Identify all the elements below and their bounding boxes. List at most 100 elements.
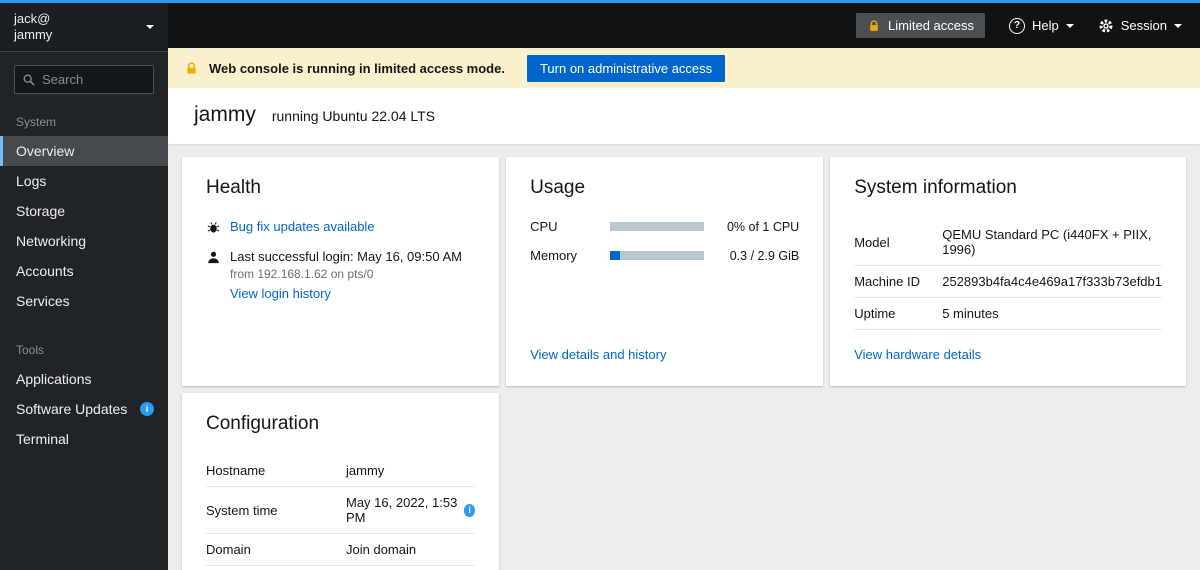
memory-progress-fill (610, 251, 619, 260)
sidebar: jack@ jammy System Overview Logs Storage… (0, 3, 168, 570)
chevron-down-icon (1066, 24, 1074, 28)
help-menu[interactable]: ? Help (1009, 18, 1074, 34)
hostname-row: Hostname jammy (206, 455, 475, 487)
turn-on-admin-access-button[interactable]: Turn on administrative access (527, 55, 725, 82)
nav-item-label: Software Updates (16, 401, 127, 417)
nav-item-label: Logs (16, 173, 46, 189)
last-login-text: Last successful login: May 16, 09:50 AM (230, 249, 462, 264)
user-identity: jack@ jammy (14, 11, 52, 43)
page-title: jammy (194, 103, 256, 127)
os-subtitle: running Ubuntu 22.04 LTS (272, 108, 435, 124)
sidebar-item-applications[interactable]: Applications (0, 364, 168, 394)
user-icon (206, 250, 221, 265)
nav-item-label: Services (16, 293, 70, 309)
banner-message: Web console is running in limited access… (209, 61, 505, 76)
sidebar-item-networking[interactable]: Networking (0, 226, 168, 256)
info-badge-icon: i (140, 402, 154, 416)
configuration-card: Configuration Hostname jammy System time… (182, 393, 499, 570)
usage-footer: View details and history (530, 330, 799, 364)
cpu-progress-bar (610, 222, 704, 231)
nav-section-system: System (0, 104, 168, 136)
nav-item-label: Overview (16, 143, 74, 159)
help-label: Help (1032, 18, 1059, 33)
domain-row: Domain Join domain (206, 534, 475, 566)
session-menu[interactable]: Session (1098, 18, 1182, 34)
view-details-history-link[interactable]: View details and history (530, 347, 666, 362)
health-card: Health Bug fix updates available Last su… (182, 157, 499, 386)
nav-section-tools: Tools (0, 332, 168, 364)
hostname-value: jammy (346, 463, 475, 478)
row-label: Hostname (206, 463, 346, 478)
row-label: Uptime (854, 306, 942, 321)
system-time-value-wrap: May 16, 2022, 1:53 PM i (346, 495, 475, 525)
row-value: QEMU Standard PC (i440FX + PIIX, 1996) (942, 227, 1162, 257)
sidebar-item-storage[interactable]: Storage (0, 196, 168, 226)
nav-item-label: Storage (16, 203, 65, 219)
row-label: System time (206, 503, 346, 518)
performance-profile-row: Performance profile none (206, 566, 475, 570)
bug-fix-updates-link[interactable]: Bug fix updates available (230, 219, 375, 234)
row-label: Memory (530, 248, 610, 263)
chevron-down-icon (146, 25, 154, 29)
health-card-title: Health (206, 177, 475, 199)
limited-access-banner: Web console is running in limited access… (168, 48, 1200, 88)
user-name: jack@ (14, 11, 52, 27)
host-name: jammy (14, 27, 52, 43)
system-time-row: System time May 16, 2022, 1:53 PM i (206, 487, 475, 534)
row-label: CPU (530, 219, 610, 234)
updates-row: Bug fix updates available (206, 219, 475, 235)
row-label: Domain (206, 542, 346, 557)
nav-item-label: Terminal (16, 431, 69, 447)
limited-access-button[interactable]: Limited access (856, 13, 985, 38)
lock-icon (184, 61, 199, 76)
masthead: Limited access ? Help Session (168, 3, 1200, 48)
nav-item-label: Networking (16, 233, 86, 249)
system-information-card: System information Model QEMU Standard P… (830, 157, 1186, 386)
uptime-row: Uptime 5 minutes (854, 298, 1162, 330)
top-accent-bar (0, 0, 1200, 3)
limited-access-label: Limited access (888, 18, 974, 33)
system-information-footer: View hardware details (854, 330, 1162, 364)
row-value: 252893b4fa4c4e469a17f333b73efdb1 (942, 274, 1162, 289)
row-value: 5 minutes (942, 306, 1162, 321)
machine-id-row: Machine ID 252893b4fa4c4e469a17f333b73ef… (854, 266, 1162, 298)
sidebar-item-logs[interactable]: Logs (0, 166, 168, 196)
sidebar-nav: System Overview Logs Storage Networking … (0, 104, 168, 454)
last-login-block: Last successful login: May 16, 09:50 AM … (230, 249, 462, 301)
nav-item-label: Applications (16, 371, 92, 387)
view-login-history-link[interactable]: View login history (230, 286, 331, 301)
sidebar-search (0, 52, 168, 104)
row-label: Machine ID (854, 274, 942, 289)
row-label: Model (854, 235, 942, 250)
main-content: jammy running Ubuntu 22.04 LTS Health Bu… (168, 88, 1200, 570)
system-time-value[interactable]: May 16, 2022, 1:53 PM (346, 495, 458, 525)
system-information-card-title: System information (854, 177, 1162, 199)
view-hardware-details-link[interactable]: View hardware details (854, 347, 981, 362)
search-icon (22, 73, 36, 87)
sidebar-item-terminal[interactable]: Terminal (0, 424, 168, 454)
page-header: jammy running Ubuntu 22.04 LTS (168, 88, 1200, 144)
card-grid: Health Bug fix updates available Last su… (168, 144, 1200, 570)
sidebar-item-services[interactable]: Services (0, 286, 168, 316)
usage-card: Usage CPU 0% of 1 CPU Memory 0.3 / 2.9 G… (506, 157, 823, 386)
lock-icon (867, 19, 881, 33)
model-row: Model QEMU Standard PC (i440FX + PIIX, 1… (854, 219, 1162, 266)
configuration-card-title: Configuration (206, 413, 475, 435)
chevron-down-icon (1174, 24, 1182, 28)
join-domain-action[interactable]: Join domain (346, 542, 475, 557)
session-label: Session (1121, 18, 1167, 33)
sidebar-item-software-updates[interactable]: Software Updates i (0, 394, 168, 424)
sidebar-item-overview[interactable]: Overview (0, 136, 168, 166)
cpu-usage-row: CPU 0% of 1 CPU (530, 219, 799, 234)
sidebar-item-accounts[interactable]: Accounts (0, 256, 168, 286)
last-login-row: Last successful login: May 16, 09:50 AM … (206, 249, 475, 301)
login-origin-text: from 192.168.1.62 on pts/0 (230, 267, 462, 281)
bug-icon (206, 220, 221, 235)
usage-card-title: Usage (530, 177, 799, 199)
row-value: 0% of 1 CPU (704, 220, 799, 234)
user-menu[interactable]: jack@ jammy (0, 3, 168, 52)
gear-icon (1098, 18, 1114, 34)
info-icon[interactable]: i (464, 504, 475, 517)
memory-progress-bar (610, 251, 704, 260)
memory-usage-row: Memory 0.3 / 2.9 GiB (530, 248, 799, 263)
